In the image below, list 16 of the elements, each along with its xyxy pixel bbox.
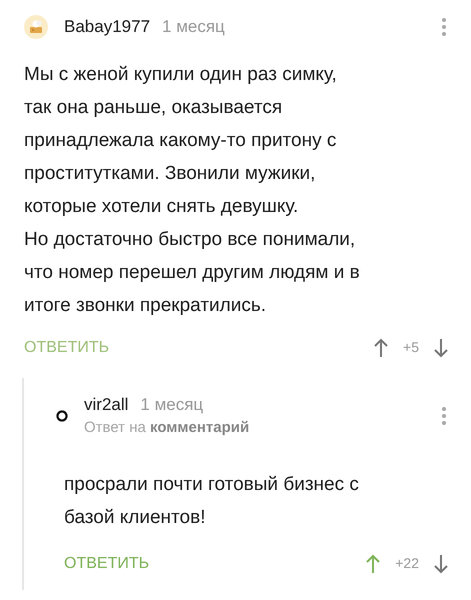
more-icon[interactable] — [441, 406, 447, 426]
comment-text: просрали почти готовый бизнес с базой клиентов! — [64, 472, 360, 530]
score: +5 — [403, 338, 419, 357]
comment-text: Мы с женой купили один раз симку, так она раньше, оказывается принадлежала какому-то притону с проститутками. Звонили мужики, которые хотели снять девушку. Но достаточно быстро все понимали, что номер перешел другим людям и в итоге звонки прекратились. — [24, 62, 361, 318]
author-name[interactable]: vir2all — [84, 392, 128, 417]
upvote-icon[interactable] — [373, 336, 390, 358]
reply-reference: Ответ на комментарий — [84, 418, 250, 438]
downvote-icon[interactable] — [433, 336, 449, 358]
avatar-icon — [56, 410, 68, 422]
upvote-icon[interactable] — [365, 552, 382, 574]
downvote-icon[interactable] — [433, 552, 449, 574]
author-name[interactable]: Babay1977 — [64, 14, 150, 40]
comment-time: 1 месяц — [162, 16, 225, 38]
comment-time: 1 месяц — [140, 394, 204, 416]
more-icon[interactable] — [441, 16, 447, 37]
score: +22 — [395, 554, 419, 573]
